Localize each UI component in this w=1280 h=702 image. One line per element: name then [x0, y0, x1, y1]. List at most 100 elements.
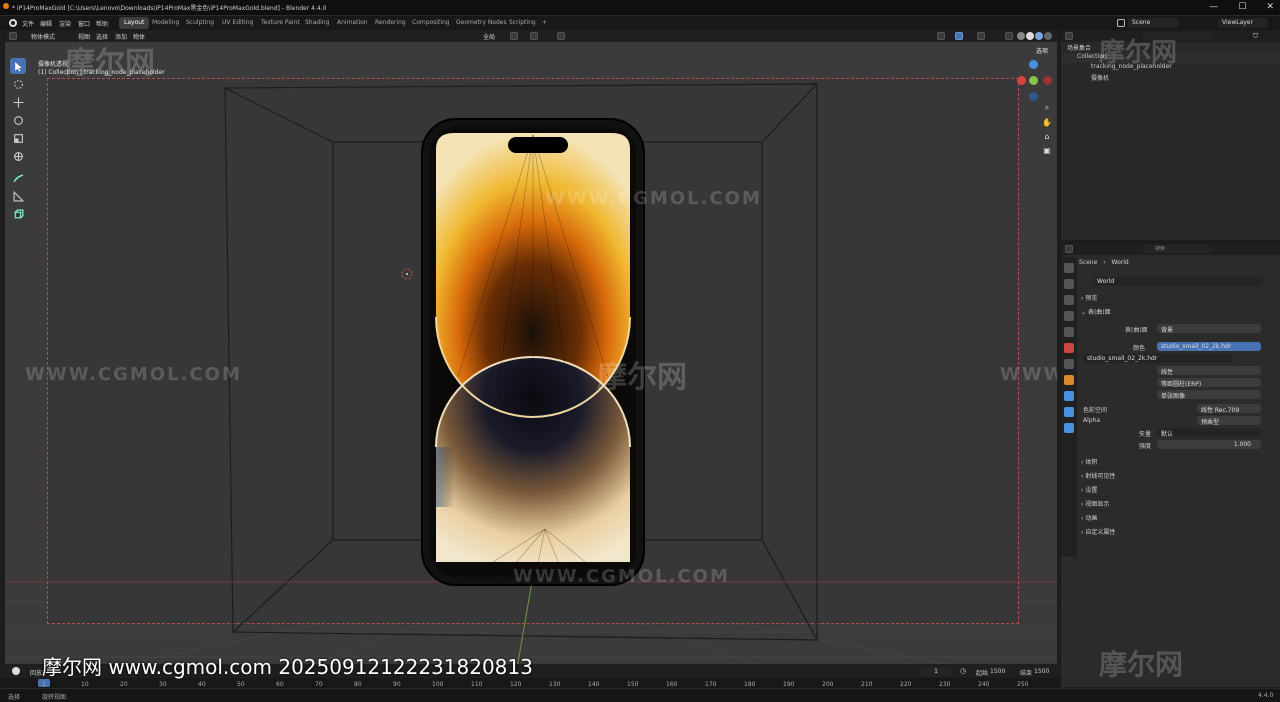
navigation-gizmo[interactable]: ⌕ ✋ ⌂ ▣ [1013, 58, 1057, 168]
start-frame-field[interactable]: 1500 [990, 668, 1005, 675]
outliner-editor-icon[interactable] [1065, 32, 1073, 40]
section-volume[interactable]: › 体积 [1081, 457, 1276, 469]
tab-animation[interactable]: Animation [332, 17, 373, 29]
gizmo-toggle-icon[interactable] [955, 32, 963, 40]
tab-geometry-nodes[interactable]: Geometry Nodes [451, 17, 512, 29]
snap-icon[interactable] [530, 32, 538, 40]
menu-select[interactable]: 选择 [96, 32, 108, 41]
output-tab-icon[interactable] [1064, 295, 1074, 305]
mode-selector[interactable]: 物体模式 [31, 32, 55, 41]
tab-rendering[interactable]: Rendering [370, 17, 411, 29]
collection-tab-icon[interactable] [1064, 359, 1074, 369]
transform-tool-button[interactable] [10, 148, 26, 164]
xray-icon[interactable] [1005, 32, 1013, 40]
menu-add[interactable]: 添加 [115, 32, 127, 41]
editor-type-icon[interactable] [9, 32, 17, 40]
constraint-tab-icon[interactable] [1064, 423, 1074, 433]
outliner-row[interactable]: 摄像机 [1061, 73, 1280, 83]
move-tool-button[interactable] [10, 94, 26, 110]
render-tab-icon[interactable] [1064, 279, 1074, 289]
visibility-icon[interactable] [937, 32, 945, 40]
section-preview[interactable]: › 预览 [1081, 293, 1276, 305]
blender-menu-icon[interactable] [9, 19, 17, 27]
timeline-editor-icon[interactable] [12, 667, 20, 675]
section-ray-visibility[interactable]: › 射线可见性 [1081, 471, 1276, 483]
menu-object[interactable]: 物体 [133, 32, 145, 41]
menu-help[interactable]: 帮助 [96, 19, 108, 28]
menu-view[interactable]: 视图 [78, 32, 90, 41]
scene-selector[interactable]: Scene [1128, 18, 1178, 28]
zoom-icon[interactable]: ⌕ [1041, 102, 1053, 114]
alpha-dropdown[interactable]: 预乘型 [1197, 416, 1261, 425]
section-animation[interactable]: › 动画 [1081, 513, 1276, 525]
surface-value-field[interactable]: 背景 [1157, 324, 1261, 333]
annotate-tool-button[interactable] [10, 170, 26, 186]
shading-wire-icon[interactable] [1017, 32, 1025, 40]
filter-icon[interactable]: ⛉ [1253, 32, 1258, 41]
projection-dropdown[interactable]: 等距圆柱(ERP) [1157, 378, 1261, 387]
section-custom-props[interactable]: › 自定义属性 [1081, 527, 1276, 539]
neg-z-axis-icon[interactable] [1029, 92, 1038, 101]
pan-hand-icon[interactable]: ✋ [1041, 116, 1053, 128]
overlay-toggle-icon[interactable] [977, 32, 985, 40]
add-cube-tool-button[interactable] [10, 206, 26, 222]
close-button[interactable]: ✕ [1266, 2, 1274, 12]
object-tab-icon[interactable] [1064, 375, 1074, 385]
section-settings[interactable]: › 设置 [1081, 485, 1276, 497]
cursor-tool-button[interactable] [10, 76, 26, 92]
clock-icon[interactable]: ◷ [960, 667, 966, 675]
source-dropdown[interactable]: 单张图像 [1157, 390, 1261, 399]
lock-icon[interactable]: ▣ [1041, 144, 1053, 156]
rotate-tool-button[interactable] [10, 112, 26, 128]
breadcrumb-world[interactable]: World [1112, 259, 1129, 266]
proportional-edit-icon[interactable] [557, 32, 565, 40]
current-frame-field[interactable]: 1 [920, 667, 952, 676]
menu-render[interactable]: 渲染 [59, 19, 71, 28]
add-workspace-button[interactable]: + [537, 17, 552, 29]
scene-tab-icon[interactable] [1064, 327, 1074, 337]
tab-uv-editing[interactable]: UV Editing [217, 17, 258, 29]
y-axis-icon[interactable] [1029, 76, 1038, 85]
pivot-icon[interactable] [510, 32, 518, 40]
modifier-tab-icon[interactable] [1064, 391, 1074, 401]
x-axis-icon[interactable] [1017, 76, 1026, 85]
tab-texture-paint[interactable]: Texture Paint [256, 17, 305, 29]
measure-tool-button[interactable] [10, 188, 26, 204]
tool-tab-icon[interactable] [1064, 263, 1074, 273]
color-space-dropdown[interactable]: 线性 Rec.709 [1197, 404, 1261, 413]
neg-x-axis-icon[interactable] [1043, 76, 1052, 85]
tab-layout[interactable]: Layout [119, 17, 150, 29]
interpolation-dropdown[interactable]: 线性 [1157, 366, 1261, 375]
scale-tool-button[interactable] [10, 130, 26, 146]
properties-search-input[interactable]: 搜索 [1143, 245, 1213, 253]
world-tab-icon[interactable] [1064, 343, 1074, 353]
world-name-field[interactable]: World [1093, 277, 1263, 286]
transform-orientation[interactable]: 全局 [483, 32, 495, 41]
camera-view-icon[interactable]: ⌂ [1041, 130, 1053, 142]
shading-rendered-icon[interactable] [1044, 32, 1052, 40]
shading-solid-icon[interactable] [1026, 32, 1034, 40]
tab-shading[interactable]: Shading [300, 17, 334, 29]
menu-window[interactable]: 窗口 [78, 19, 90, 28]
select-tool-button[interactable] [10, 58, 26, 74]
view-layer-tab-icon[interactable] [1064, 311, 1074, 321]
maximize-button[interactable]: ☐ [1238, 2, 1246, 12]
section-surface[interactable]: ⌄ 表(曲)面 [1081, 307, 1276, 319]
image-name-field[interactable]: studio_small_02_2k.hdr [1083, 354, 1233, 363]
playback-menu[interactable]: 回放 [30, 668, 42, 677]
shading-material-icon[interactable] [1035, 32, 1043, 40]
tab-sculpting[interactable]: Sculpting [181, 17, 219, 29]
3d-viewport[interactable]: 摄像机透视 (1) Collection | tracking_node_pla… [5, 42, 1057, 668]
tab-scripting[interactable]: Scripting [504, 17, 541, 29]
vector-field[interactable]: 默认 [1157, 428, 1261, 437]
tab-modeling[interactable]: Modeling [147, 17, 184, 29]
physics-tab-icon[interactable] [1064, 407, 1074, 417]
color-value-field[interactable]: studio_small_02_2k.hdr [1157, 342, 1261, 351]
z-axis-icon[interactable] [1029, 60, 1038, 69]
3d-cursor-icon[interactable] [401, 268, 413, 280]
tab-compositing[interactable]: Compositing [407, 17, 455, 29]
breadcrumb-scene[interactable]: Scene [1079, 259, 1097, 266]
properties-editor-icon[interactable] [1065, 245, 1073, 253]
section-viewport-display[interactable]: › 视图显示 [1081, 499, 1276, 511]
view-layer-selector[interactable]: ViewLayer [1218, 18, 1268, 28]
